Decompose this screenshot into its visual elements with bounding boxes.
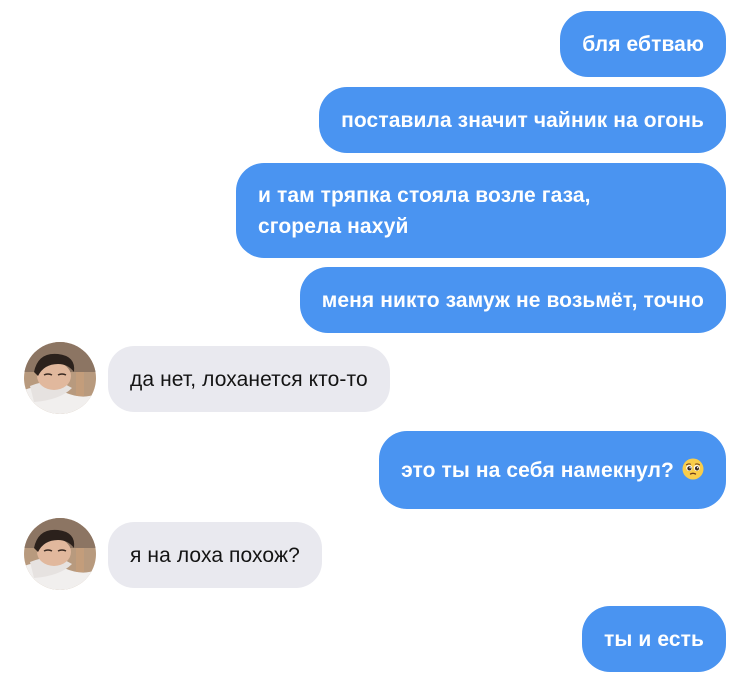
message-outgoing-5[interactable]: это ты на себя намекнул? [379, 431, 726, 509]
avatar[interactable] [24, 342, 96, 414]
message-outgoing-3[interactable]: и там тряпка стояла возле газа, сгорела … [236, 163, 726, 258]
message-text: и там тряпка стояла возле газа, сгорела … [258, 183, 591, 238]
message-text: бля ебтваю [582, 32, 704, 56]
message-text: это ты на себя намекнул? [401, 458, 674, 482]
message-text: да нет, лоханется кто-то [130, 367, 368, 391]
message-incoming-1[interactable]: да нет, лоханется кто-то [108, 346, 390, 412]
message-outgoing-1[interactable]: бля ебтваю [560, 11, 726, 77]
avatar[interactable] [24, 518, 96, 590]
message-text: ты и есть [604, 627, 704, 651]
message-outgoing-2[interactable]: поставила значит чайник на огонь [319, 87, 726, 153]
avatar-photo-icon [24, 342, 96, 414]
avatar-photo-icon [24, 518, 96, 590]
message-outgoing-4[interactable]: меня никто замуж не возьмёт, точно [299, 267, 726, 333]
pleading-face-emoji-icon [682, 458, 704, 480]
message-text: меня никто замуж не возьмёт, точно [321, 288, 704, 312]
message-incoming-2[interactable]: я на лоха похож? [108, 522, 322, 588]
message-text: я на лоха похож? [130, 543, 300, 567]
message-text: поставила значит чайник на огонь [341, 108, 704, 132]
message-outgoing-6[interactable]: ты и есть [582, 606, 726, 672]
